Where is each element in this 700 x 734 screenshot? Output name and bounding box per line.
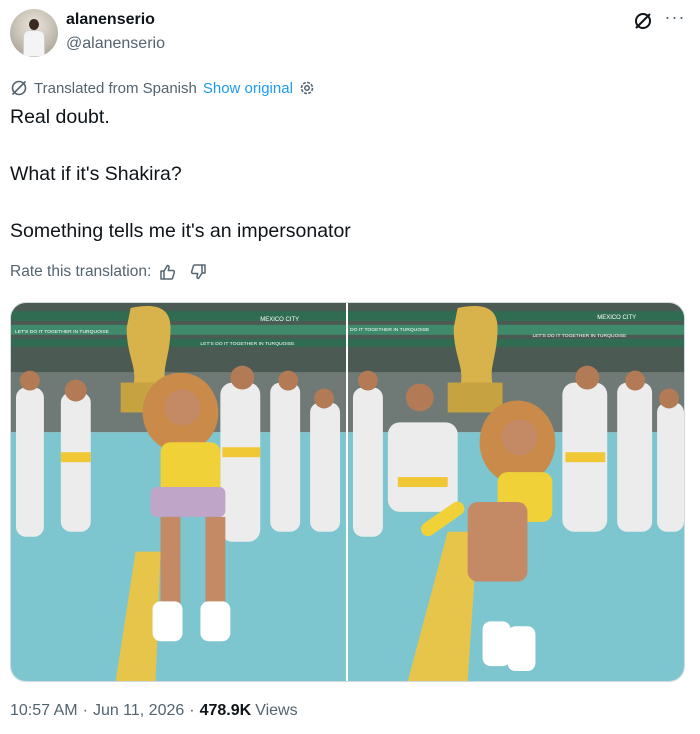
banner-text: MEXICO CITY bbox=[597, 315, 636, 321]
author-handle[interactable]: @alanenserio bbox=[66, 35, 165, 53]
meta-separator: · bbox=[82, 702, 88, 719]
tweet-meta: 10:57 AM · Jun 11, 2026 · 478.9K Views bbox=[10, 702, 298, 720]
tweet-date[interactable]: Jun 11, 2026 bbox=[93, 702, 184, 720]
media-grid[interactable]: MEXICO CITY LET'S DO IT TOGETHER IN TURQ… bbox=[10, 302, 685, 682]
more-options-icon[interactable]: ··· bbox=[664, 6, 686, 28]
thumbs-down-icon[interactable] bbox=[189, 263, 207, 281]
gear-icon[interactable] bbox=[298, 79, 316, 97]
tweet-paragraph: What if it's Shakira? bbox=[10, 163, 182, 185]
translated-from-label: Translated from Spanish bbox=[34, 79, 197, 97]
media-photo-left[interactable]: MEXICO CITY LET'S DO IT TOGETHER IN TURQ… bbox=[11, 303, 346, 681]
tweet-paragraph: Something tells me it's an impersonator bbox=[10, 220, 351, 242]
translate-icon bbox=[10, 79, 28, 97]
media-photo-right[interactable]: MEXICO CITY DO IT TOGETHER IN TURQUOISE … bbox=[348, 303, 684, 681]
avatar-head bbox=[29, 19, 39, 30]
grok-icon[interactable] bbox=[632, 10, 654, 32]
tweet-time[interactable]: 10:57 AM bbox=[10, 702, 78, 720]
author-display-name[interactable]: alanenserio bbox=[66, 11, 155, 29]
tweet-paragraph: Real doubt. bbox=[10, 106, 110, 128]
views-label: Views bbox=[255, 702, 298, 719]
translation-note: Translated from Spanish Show original bbox=[10, 78, 316, 98]
banner-text: DO IT TOGETHER IN TURQUOISE bbox=[350, 327, 430, 333]
thumbs-up-icon[interactable] bbox=[159, 263, 177, 281]
banner-text: LET'S DO IT TOGETHER IN TURQUOISE bbox=[15, 329, 110, 335]
rate-translation-label: Rate this translation: bbox=[10, 263, 152, 280]
rate-translation: Rate this translation: bbox=[10, 262, 207, 282]
tweet-text: Real doubt. What if it's Shakira? Someth… bbox=[10, 103, 670, 246]
banner-text: LET'S DO IT TOGETHER IN TURQUOISE bbox=[532, 333, 627, 339]
show-original-link[interactable]: Show original bbox=[203, 80, 293, 97]
meta-separator: · bbox=[189, 702, 195, 719]
banner-text: LET'S DO IT TOGETHER IN TURQUOISE bbox=[200, 341, 295, 347]
avatar[interactable] bbox=[10, 9, 58, 57]
banner-text: MEXICO CITY bbox=[260, 317, 299, 323]
avatar-body bbox=[23, 30, 45, 57]
views-count: 478.9K bbox=[199, 702, 252, 719]
